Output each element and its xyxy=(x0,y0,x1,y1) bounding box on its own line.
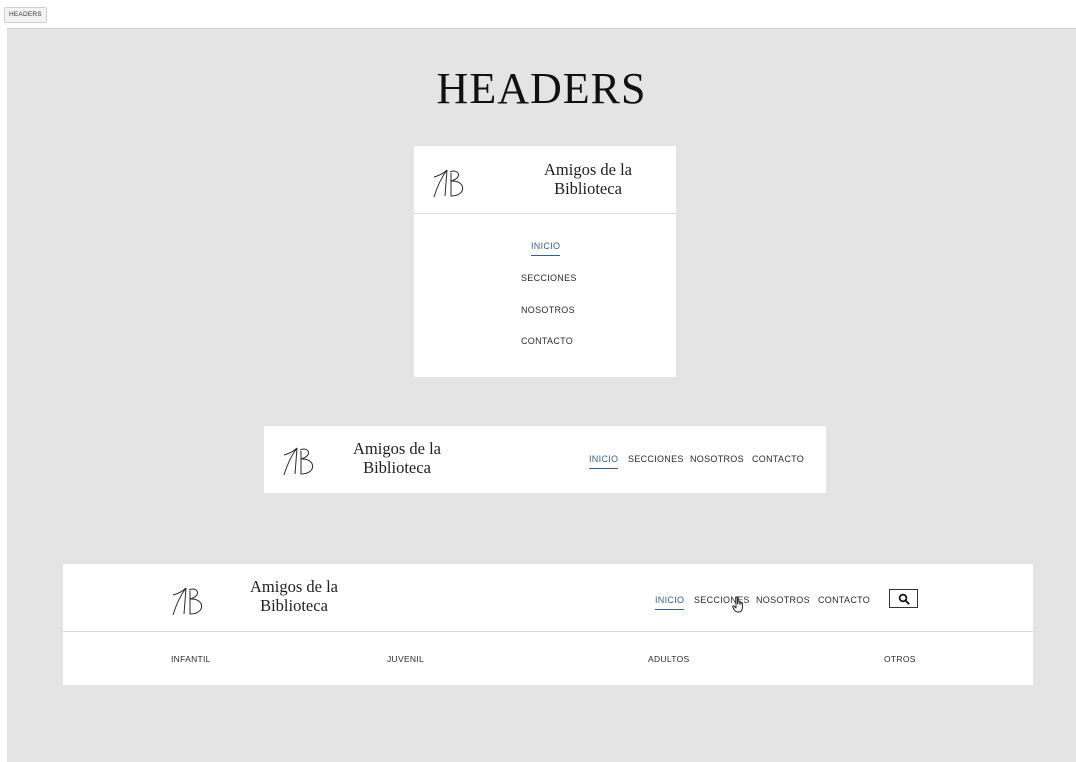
brand-line-1: Amigos de la xyxy=(353,439,441,458)
desktop-header-card: Amigos de la Biblioteca INICIO SECCIONES… xyxy=(63,564,1033,685)
category-adultos[interactable]: ADULTOS xyxy=(648,654,689,664)
nav-item-inicio[interactable]: INICIO xyxy=(531,241,561,256)
ab-monogram-icon xyxy=(432,166,472,200)
ab-monogram-icon xyxy=(171,584,211,618)
canvas-tab[interactable]: HEADERS xyxy=(4,7,47,23)
brand-line-2: Biblioteca xyxy=(363,457,431,477)
nav-item-inicio[interactable]: INICIO xyxy=(655,595,685,610)
category-infantil[interactable]: INFANTIL xyxy=(171,654,211,664)
mobile-header-card: Amigos de la Biblioteca INICIO SECCIONES… xyxy=(414,146,676,377)
brand-line-2: Biblioteca xyxy=(554,178,622,198)
category-otros[interactable]: OTROS xyxy=(884,654,916,664)
header-divider xyxy=(414,213,676,214)
pointer-cursor-icon xyxy=(732,596,746,619)
search-icon xyxy=(898,593,910,605)
nav-item-secciones[interactable]: SECCIONES xyxy=(521,273,577,283)
nav-item-nosotros[interactable]: NOSOTROS xyxy=(521,305,575,315)
brand-line-1: Amigos de la xyxy=(544,160,632,179)
nav-item-contacto[interactable]: CONTACTO xyxy=(818,595,870,605)
brand-line-1: Amigos de la xyxy=(250,577,338,596)
nav-item-nosotros[interactable]: NOSOTROS xyxy=(756,595,810,605)
brand-line-2: Biblioteca xyxy=(260,595,328,615)
ab-monogram-icon xyxy=(282,444,322,478)
nav-item-secciones[interactable]: SECCIONES xyxy=(628,454,684,464)
brand-name: Amigos de la Biblioteca xyxy=(332,439,462,478)
brand-name: Amigos de la Biblioteca xyxy=(229,577,359,616)
tablet-header-card: Amigos de la Biblioteca INICIO SECCIONES… xyxy=(264,426,826,493)
page-title: HEADERS xyxy=(436,64,647,113)
brand-name: Amigos de la Biblioteca xyxy=(518,160,658,199)
nav-item-contacto[interactable]: CONTACTO xyxy=(521,336,573,346)
nav-item-inicio[interactable]: INICIO xyxy=(589,454,619,469)
category-juvenil[interactable]: JUVENIL xyxy=(387,654,424,664)
nav-item-contacto[interactable]: CONTACTO xyxy=(752,454,804,464)
nav-item-nosotros[interactable]: NOSOTROS xyxy=(690,454,744,464)
search-button[interactable] xyxy=(889,589,918,608)
artboard-canvas: HEADERS Amigos de la Biblioteca INICIO S… xyxy=(7,28,1076,762)
header-divider xyxy=(63,631,1033,632)
